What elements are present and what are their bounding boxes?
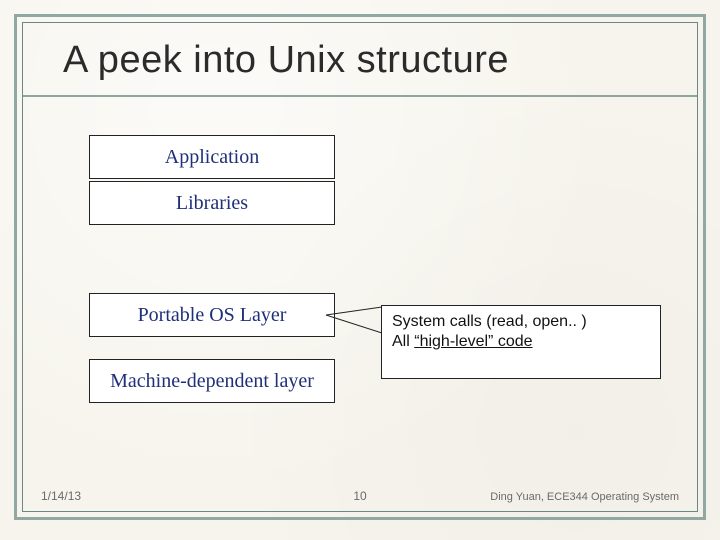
box-machine-dependent-layer: Machine-dependent layer bbox=[89, 359, 335, 403]
box-portable-os-layer: Portable OS Layer bbox=[89, 293, 335, 337]
footer-credit: Ding Yuan, ECE344 Operating System bbox=[490, 491, 679, 503]
callout-line2-quoted: “high-level” code bbox=[414, 333, 532, 350]
slide-outer-border: A peek into Unix structure Application L… bbox=[14, 14, 706, 520]
slide-footer: 1/14/13 10 Ding Yuan, ECE344 Operating S… bbox=[23, 483, 697, 503]
callout-line2: All “high-level” code bbox=[392, 332, 650, 352]
slide-inner-border: A peek into Unix structure Application L… bbox=[22, 22, 698, 512]
callout-line2-prefix: All bbox=[392, 333, 414, 350]
box-application: Application bbox=[89, 135, 335, 179]
slide-title: A peek into Unix structure bbox=[63, 39, 509, 82]
box-libraries-label: Libraries bbox=[176, 192, 248, 215]
box-portable-os-label: Portable OS Layer bbox=[138, 304, 287, 327]
footer-page-number: 10 bbox=[353, 489, 366, 503]
box-application-label: Application bbox=[165, 146, 259, 169]
callout-box: System calls (read, open.. ) All “high-l… bbox=[381, 305, 661, 379]
box-machine-dependent-label: Machine-dependent layer bbox=[110, 370, 314, 393]
title-underline bbox=[23, 95, 697, 97]
box-libraries: Libraries bbox=[89, 181, 335, 225]
callout-line1: System calls (read, open.. ) bbox=[392, 312, 650, 332]
footer-date: 1/14/13 bbox=[41, 489, 81, 503]
